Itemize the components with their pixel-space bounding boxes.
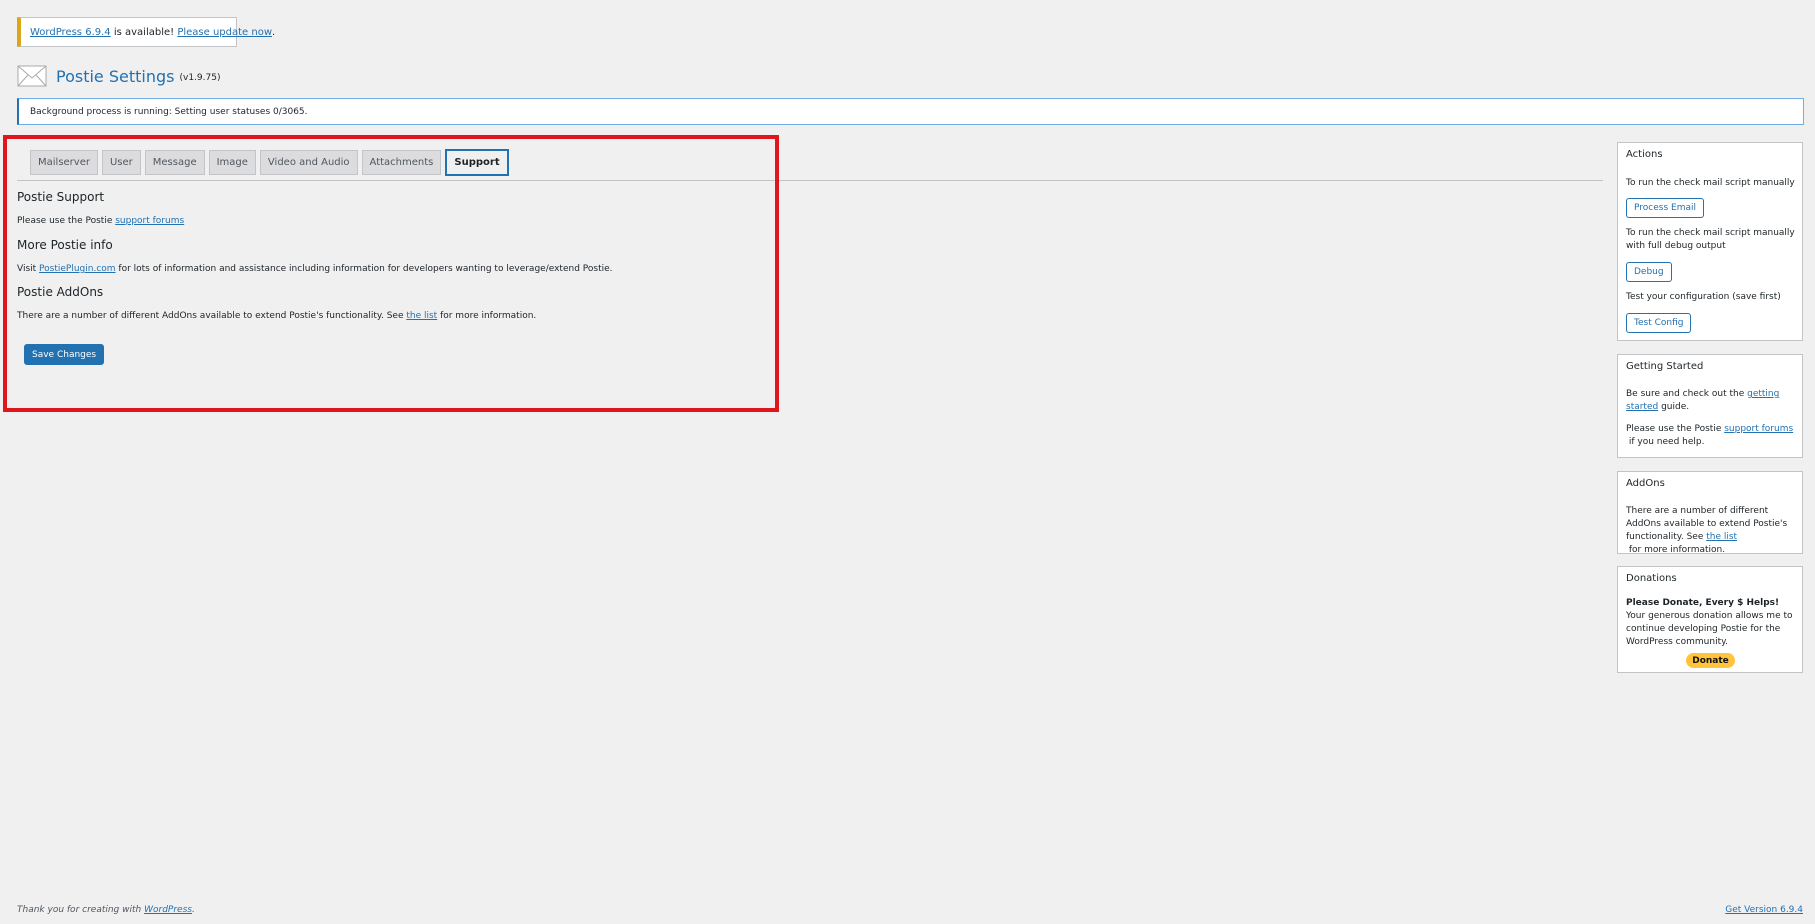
update-notice-end: . <box>272 26 276 38</box>
donate-button[interactable]: Donate <box>1686 653 1735 668</box>
postie-support-text: Please use the Postie support forums <box>17 216 184 226</box>
more-info-text-before: Visit <box>17 264 40 274</box>
more-info-text: Visit PostiePlugin.com for lots of infor… <box>17 264 613 274</box>
test-config-button[interactable]: Test Config <box>1626 313 1692 333</box>
tab-message[interactable]: Message <box>144 150 205 175</box>
getting-started-box: Getting Started Be sure and check out th… <box>1617 354 1803 458</box>
debug-description: To run the check mail script manually wi… <box>1626 228 1795 251</box>
addons-list-link[interactable]: the list <box>406 311 437 321</box>
getting-started-text-after: guide. <box>1658 402 1690 412</box>
support-text-before: Please use the Postie <box>17 216 116 226</box>
update-notice-text: is available! <box>110 26 178 38</box>
footer-wordpress-link[interactable]: WordPress <box>144 905 192 915</box>
get-version-link[interactable]: Get Version 6.9.4 <box>1725 905 1803 915</box>
debug-button[interactable]: Debug <box>1626 262 1672 282</box>
actions-title: Actions <box>1626 149 1663 160</box>
footer-thanks-end: . <box>191 905 195 915</box>
footer-thanks-text: Thank you for creating with <box>17 905 145 915</box>
process-email-description: To run the check mail script manually <box>1626 178 1795 188</box>
addons-text-after: for more information. <box>437 311 537 321</box>
postie-addons-heading: Postie AddOns <box>17 285 104 299</box>
settings-tabs: Mailserver User Message Image Video and … <box>30 149 509 176</box>
support-forums-link[interactable]: support forums <box>115 216 184 226</box>
donations-box: Donations Please Donate, Every $ Helps! … <box>1617 566 1803 673</box>
sidebar-addons-list-link[interactable]: the list <box>1706 532 1737 542</box>
getting-started-text: Be sure and check out the getting starte… <box>1626 388 1796 414</box>
getting-started-title: Getting Started <box>1626 361 1704 372</box>
footer-thanks: Thank you for creating with WordPress. <box>17 905 195 915</box>
donate-text: Your generous donation allows me to cont… <box>1626 611 1793 647</box>
addons-text-before: There are a number of different AddOns a… <box>17 311 407 321</box>
addons-title: AddOns <box>1626 478 1665 489</box>
tab-video-and-audio[interactable]: Video and Audio <box>259 150 358 175</box>
tab-attachments[interactable]: Attachments <box>361 150 442 175</box>
sidebar-addons-text: There are a number of different AddOns a… <box>1626 505 1796 557</box>
page-header: Postie Settings (v1.9.75) <box>17 63 220 89</box>
update-now-link[interactable]: Please update now <box>177 27 272 38</box>
sidebar-support-text-after: if you need help. <box>1626 437 1705 447</box>
tab-user[interactable]: User <box>101 150 141 175</box>
addons-box: AddOns There are a number of different A… <box>1617 471 1803 557</box>
sidebar-support-text: Please use the Postie support forums if … <box>1626 423 1796 449</box>
save-changes-button[interactable]: Save Changes <box>24 344 105 365</box>
postie-plugin-link[interactable]: PostiePlugin.com <box>39 264 116 274</box>
donations-title: Donations <box>1626 573 1677 584</box>
sidebar-support-text-before: Please use the Postie <box>1626 424 1725 434</box>
tab-image[interactable]: Image <box>208 150 256 175</box>
plugin-version: (v1.9.75) <box>179 73 221 83</box>
donate-heading: Please Donate, Every $ Helps! <box>1626 598 1780 608</box>
actions-box: Actions To run the check mail script man… <box>1617 142 1803 341</box>
page: WordPress 6.9.4 is available! Please upd… <box>0 0 1815 924</box>
postie-support-heading: Postie Support <box>17 190 105 204</box>
background-process-text: Background process is running: Setting u… <box>30 106 308 117</box>
update-notice: WordPress 6.9.4 is available! Please upd… <box>17 17 275 47</box>
background-process-notice: Background process is running: Setting u… <box>17 98 1804 125</box>
more-info-text-after: for lots of information and assistance i… <box>115 264 613 274</box>
settings-tab-bar: Mailserver User Message Image Video and … <box>17 149 1603 181</box>
test-config-description: Test your configuration (save first) <box>1626 292 1781 302</box>
getting-started-text-before: Be sure and check out the <box>1626 389 1748 399</box>
footer-version: Get Version 6.9.4 <box>1725 905 1803 915</box>
more-info-heading: More Postie info <box>17 238 113 252</box>
sidebar-support-forums-link[interactable]: support forums <box>1724 424 1793 434</box>
process-email-button[interactable]: Process Email <box>1626 198 1704 218</box>
tab-mailserver[interactable]: Mailserver <box>30 150 98 175</box>
page-title: Postie Settings <box>56 66 175 86</box>
envelope-icon <box>17 65 47 87</box>
sidebar-addons-text-after: for more information. <box>1626 545 1726 555</box>
tab-support[interactable]: Support <box>445 149 509 176</box>
wordpress-version-link[interactable]: WordPress 6.9.4 <box>30 27 111 38</box>
postie-addons-text: There are a number of different AddOns a… <box>17 311 536 321</box>
